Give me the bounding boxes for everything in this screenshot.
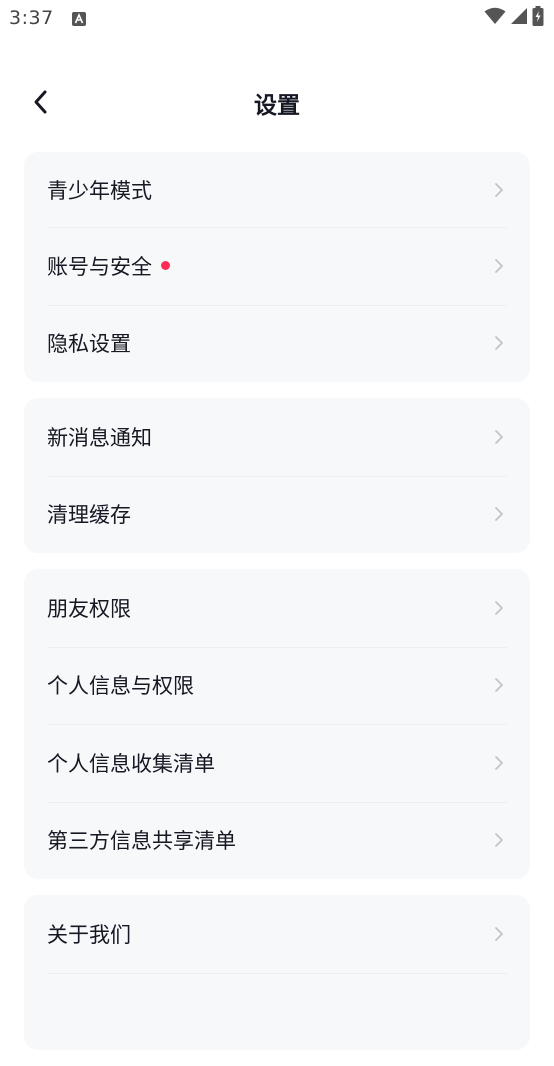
setting-label: 朋友权限 (47, 596, 131, 621)
settings-group-4: 关于我们 (24, 895, 530, 1050)
setting-label: 个人信息收集清单 (47, 751, 215, 776)
setting-row-about-us[interactable]: 关于我们 (24, 895, 530, 973)
settings-list: 青少年模式 账号与安全 隐私设置 新消息通知 清理缓存 朋友权限 个人信息与权限… (24, 152, 530, 1066)
setting-row-youth-mode[interactable]: 青少年模式 (24, 152, 530, 227)
chevron-right-icon (492, 676, 506, 694)
red-dot-badge (161, 261, 170, 271)
settings-group-2: 新消息通知 清理缓存 (24, 398, 530, 553)
setting-row-clear-cache[interactable]: 清理缓存 (24, 475, 530, 554)
setting-label: 账号与安全 (47, 251, 492, 281)
setting-row-third-party-sharing[interactable]: 第三方信息共享清单 (24, 801, 530, 880)
setting-label: 个人信息与权限 (47, 674, 194, 699)
status-bar: 3:37 (0, 0, 554, 40)
setting-label: 关于我们 (47, 922, 131, 947)
chevron-right-icon (492, 428, 506, 446)
chevron-right-icon (492, 925, 506, 943)
setting-row-account-security[interactable]: 账号与安全 (24, 227, 530, 305)
signal-icon (510, 7, 528, 29)
page-title: 设置 (254, 93, 300, 119)
settings-group-3: 朋友权限 个人信息与权限 个人信息收集清单 第三方信息共享清单 (24, 569, 530, 879)
chevron-right-icon (492, 831, 506, 849)
setting-label: 第三方信息共享清单 (47, 829, 236, 854)
battery-charging-icon (532, 6, 544, 30)
setting-label: 清理缓存 (47, 503, 131, 528)
status-time: 3:37 (9, 7, 54, 29)
setting-label: 新消息通知 (47, 425, 152, 450)
app-notification-icon (72, 11, 86, 26)
chevron-right-icon (492, 599, 506, 617)
setting-row-privacy[interactable]: 隐私设置 (24, 304, 530, 383)
setting-label: 隐私设置 (47, 332, 131, 357)
settings-group-1: 青少年模式 账号与安全 隐私设置 (24, 152, 530, 382)
navigation-header: 设置 (0, 70, 554, 132)
chevron-right-icon (492, 754, 506, 772)
setting-row-more[interactable] (24, 972, 530, 1051)
chevron-right-icon (492, 257, 506, 275)
setting-row-personal-info-collection[interactable]: 个人信息收集清单 (24, 724, 530, 802)
wifi-icon (484, 7, 506, 29)
setting-row-notifications[interactable]: 新消息通知 (24, 398, 530, 476)
chevron-right-icon (492, 181, 506, 199)
status-icons (484, 6, 544, 30)
setting-row-friend-permissions[interactable]: 朋友权限 (24, 569, 530, 647)
setting-label: 青少年模式 (47, 178, 152, 203)
setting-row-personal-info-permissions[interactable]: 个人信息与权限 (24, 646, 530, 725)
chevron-right-icon (492, 505, 506, 523)
chevron-right-icon (492, 334, 506, 352)
